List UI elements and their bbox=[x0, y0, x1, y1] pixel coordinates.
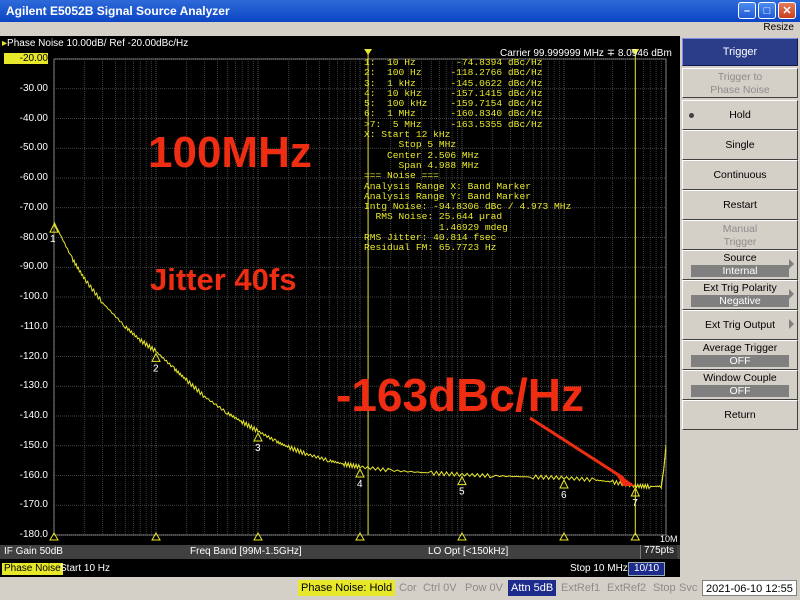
y-tick-label: -40.00 bbox=[19, 112, 48, 124]
axis-marker-icon bbox=[253, 531, 263, 541]
softkey-single[interactable]: Single bbox=[682, 130, 798, 160]
marker-label: 6 bbox=[561, 490, 567, 501]
marker-label: 1 bbox=[50, 234, 56, 245]
y-tick-label: -90.00 bbox=[19, 261, 48, 273]
y-tick-label: -50.00 bbox=[19, 142, 48, 154]
y-tick-label: -150.0 bbox=[19, 439, 48, 451]
status-svc: Svc bbox=[679, 582, 698, 594]
softkey-return[interactable]: Return bbox=[682, 400, 798, 430]
annotation-noise: -163dBc/Hz bbox=[336, 369, 584, 421]
maximize-icon[interactable]: □ bbox=[758, 2, 776, 19]
softkey-label: Source bbox=[723, 252, 757, 264]
marker-label: 2 bbox=[153, 363, 159, 374]
softkey-label: Hold bbox=[729, 109, 751, 121]
menu-resize[interactable]: Resize bbox=[763, 22, 794, 33]
softkey-label: Trigger bbox=[723, 236, 757, 248]
status-extref1: ExtRef1 bbox=[561, 582, 601, 594]
marker-info-line: Residual FM: 65.7723 Hz bbox=[364, 242, 497, 254]
axis-marker-icon bbox=[151, 531, 161, 541]
softkey-average-trigger[interactable]: Average Trigger OFF bbox=[682, 340, 798, 370]
y-tick-label: -20.00 bbox=[4, 53, 48, 64]
softkey-source[interactable]: Source Internal bbox=[682, 250, 798, 280]
trace-header-text: Phase Noise 10.00dB/ Ref -20.00dBc/Hz bbox=[7, 38, 189, 49]
softkey-ext-trig-output[interactable]: Ext Trig Output bbox=[682, 310, 798, 340]
y-tick-label: -160.0 bbox=[19, 469, 48, 481]
annotation-arrow-line bbox=[529, 416, 625, 480]
marker-info-panel: 1: 10 Hz -74.8394 dBc/Hz 2: 100 Hz -118.2… bbox=[364, 57, 571, 254]
softkey-header: Trigger bbox=[682, 38, 798, 66]
close-icon[interactable]: ✕ bbox=[778, 2, 796, 19]
selected-radio-icon bbox=[689, 113, 694, 118]
softkey-label: Manual bbox=[722, 223, 758, 235]
y-tick-label: -60.00 bbox=[19, 172, 48, 183]
softkey-label: Phase Noise bbox=[710, 84, 770, 96]
phase-noise-graph: 1 2 3 4 5 6 7 10M bbox=[49, 49, 678, 544]
trace-header: ▸Phase Noise 10.00dB/ Ref -20.00dBc/Hz bbox=[2, 38, 188, 49]
softkey-value: Internal bbox=[691, 265, 789, 277]
softkey-value: OFF bbox=[691, 385, 789, 397]
sweep-status-bar: Phase Noise Start 10 Hz Stop 10 MHz 10/1… bbox=[0, 561, 680, 577]
if-gain[interactable]: IF Gain 50dB bbox=[4, 546, 63, 557]
points-count: 775pts bbox=[640, 545, 678, 559]
softkey-ext-trig-polarity[interactable]: Ext Trig Polarity Negative bbox=[682, 280, 798, 310]
x-axis-end-label: 10M bbox=[660, 534, 678, 544]
status-attn: Attn 5dB bbox=[508, 580, 557, 596]
softkey-manual-trigger[interactable]: Manual Trigger bbox=[682, 220, 798, 250]
softkey-label: Ext Trig Output bbox=[704, 319, 776, 331]
freq-band[interactable]: Freq Band [99M-1.5GHz] bbox=[190, 546, 302, 557]
lo-opt[interactable]: LO Opt [<150kHz] bbox=[428, 546, 508, 557]
y-tick-label: -110.0 bbox=[20, 320, 48, 332]
band-marker-top-icon bbox=[364, 49, 373, 55]
annotation-jitter: Jitter 40fs bbox=[150, 262, 297, 297]
status-pow: Pow 0V bbox=[465, 582, 503, 594]
softkey-label: Average Trigger bbox=[702, 342, 778, 354]
y-tick-label: -70.00 bbox=[19, 201, 48, 213]
y-tick-label: -100.0 bbox=[19, 291, 48, 302]
submenu-arrow-icon bbox=[789, 259, 794, 269]
softkey-label: Window Couple bbox=[703, 372, 777, 384]
softkey-value: OFF bbox=[691, 355, 789, 367]
axis-marker-icon bbox=[355, 531, 365, 541]
measurement-label: Phase Noise bbox=[2, 563, 63, 575]
status-mode: Phase Noise: Hold bbox=[298, 580, 396, 596]
status-stop: Stop bbox=[653, 582, 676, 594]
softkey-window-couple[interactable]: Window Couple OFF bbox=[682, 370, 798, 400]
marker-label: 3 bbox=[255, 443, 261, 454]
softkey-label: Ext Trig Polarity bbox=[703, 282, 777, 294]
softkey-label: Trigger to bbox=[717, 71, 763, 83]
start-frequency[interactable]: Start 10 Hz bbox=[60, 563, 110, 574]
stop-frequency[interactable]: Stop 10 MHz bbox=[570, 563, 628, 574]
axis-marker-icon bbox=[457, 531, 467, 541]
status-cor: Cor bbox=[399, 582, 417, 594]
softkey-hold[interactable]: Hold bbox=[682, 100, 798, 130]
softkey-continuous[interactable]: Continuous bbox=[682, 160, 798, 190]
annotation-frequency: 100MHz bbox=[148, 128, 312, 177]
axis-marker-icon bbox=[559, 531, 569, 541]
measurement-status-bar: IF Gain 50dB Freq Band [99M-1.5GHz] LO O… bbox=[0, 545, 680, 559]
minimize-icon[interactable]: – bbox=[738, 2, 756, 19]
status-extref2: ExtRef2 bbox=[607, 582, 647, 594]
submenu-arrow-icon bbox=[789, 319, 794, 329]
softkey-panel: Trigger Trigger to Phase Noise Hold Sing… bbox=[680, 36, 800, 577]
y-tick-label: -170.0 bbox=[19, 499, 48, 511]
status-datetime: 2021-06-10 12:55 bbox=[702, 580, 797, 596]
y-tick-label: -120.0 bbox=[19, 350, 48, 362]
submenu-arrow-icon bbox=[789, 289, 794, 299]
average-count: 10/10 bbox=[628, 562, 666, 576]
softkey-trigger-to-phase-noise[interactable]: Trigger to Phase Noise bbox=[682, 68, 798, 98]
softkey-value: Negative bbox=[691, 295, 789, 307]
status-ctrl: Ctrl 0V bbox=[423, 582, 457, 594]
y-tick-label: -140.0 bbox=[19, 410, 48, 421]
instrument-status-bar: Phase Noise: Hold Cor Ctrl 0V Pow 0V Att… bbox=[0, 577, 800, 600]
y-tick-label: -130.0 bbox=[19, 380, 48, 392]
marker-label: 7 bbox=[632, 498, 638, 509]
y-tick-label: -180.0 bbox=[19, 529, 48, 540]
y-tick-label: -80.00 bbox=[19, 231, 48, 243]
softkey-restart[interactable]: Restart bbox=[682, 190, 798, 220]
marker-label: 4 bbox=[357, 479, 363, 490]
y-tick-label: -30.00 bbox=[19, 82, 48, 94]
marker-label: 5 bbox=[459, 487, 465, 498]
